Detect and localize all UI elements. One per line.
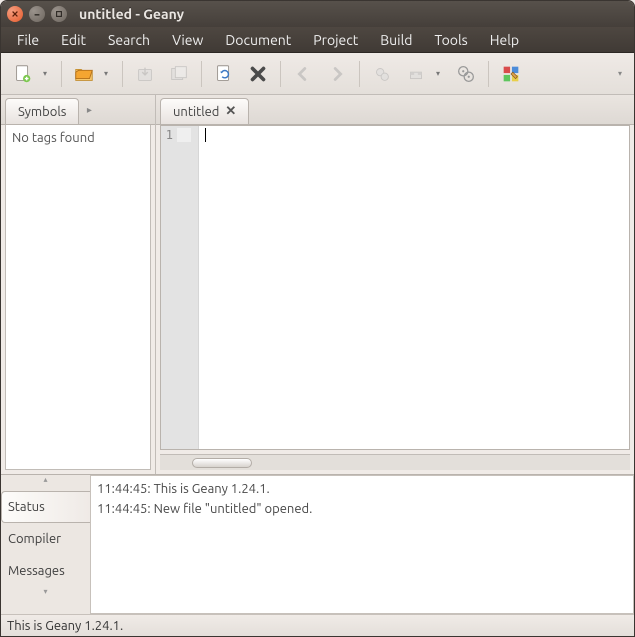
scrollbar-thumb[interactable] bbox=[192, 458, 252, 468]
editor-tabstrip: untitled ✕ bbox=[156, 95, 634, 125]
bottom-tab-scroll-up-icon[interactable]: ▴ bbox=[1, 475, 90, 491]
build-icon[interactable] bbox=[402, 60, 430, 88]
editor-tab-untitled[interactable]: untitled ✕ bbox=[160, 98, 249, 124]
menu-view[interactable]: View bbox=[162, 29, 213, 51]
bottom-panel-content[interactable]: 11:44:45: This is Geany 1.24.1. 11:44:45… bbox=[91, 475, 634, 614]
sidebar-tabstrip: Symbols ▸ bbox=[1, 95, 155, 125]
sidebar-content: No tags found bbox=[5, 125, 151, 470]
menu-edit[interactable]: Edit bbox=[51, 29, 96, 51]
menu-help[interactable]: Help bbox=[480, 29, 529, 51]
open-file-dropdown-icon[interactable]: ▾ bbox=[104, 69, 114, 78]
build-dropdown-icon[interactable]: ▾ bbox=[436, 69, 446, 78]
status-line: 11:44:45: This is Geany 1.24.1. bbox=[97, 480, 627, 500]
run-icon[interactable] bbox=[452, 60, 480, 88]
toolbar-separator bbox=[61, 61, 62, 87]
status-line: 11:44:45: New file "untitled" opened. bbox=[97, 500, 627, 520]
bottom-tab-label: Status bbox=[8, 500, 45, 514]
editor-body: 1 bbox=[160, 125, 630, 450]
compile-icon[interactable] bbox=[368, 60, 396, 88]
bottom-tab-messages[interactable]: Messages bbox=[1, 555, 90, 587]
fold-margin bbox=[177, 128, 191, 142]
sidebar-tab-label: Symbols bbox=[18, 105, 66, 119]
tab-close-icon[interactable]: ✕ bbox=[225, 104, 236, 119]
bottom-panel-tabs: ▴ Status Compiler Messages ▾ bbox=[1, 475, 91, 614]
menu-build[interactable]: Build bbox=[370, 29, 422, 51]
nav-back-icon[interactable] bbox=[289, 60, 317, 88]
toolbar-separator bbox=[201, 61, 202, 87]
app-window: untitled - Geany File Edit Search View D… bbox=[0, 0, 635, 637]
window-close-button[interactable] bbox=[7, 6, 23, 22]
statusbar-text: This is Geany 1.24.1. bbox=[7, 619, 123, 633]
editor-tab-label: untitled bbox=[173, 105, 219, 119]
reload-icon[interactable] bbox=[210, 60, 238, 88]
toolbar-separator bbox=[359, 61, 360, 87]
menubar: File Edit Search View Document Project B… bbox=[1, 27, 634, 53]
line-number: 1 bbox=[161, 128, 177, 142]
bottom-tab-label: Messages bbox=[8, 564, 65, 578]
text-caret bbox=[205, 128, 206, 142]
menu-file[interactable]: File bbox=[7, 29, 49, 51]
bottom-tab-label: Compiler bbox=[8, 532, 61, 546]
toolbar-separator bbox=[122, 61, 123, 87]
new-file-dropdown-icon[interactable]: ▾ bbox=[43, 69, 53, 78]
save-all-icon[interactable] bbox=[165, 60, 193, 88]
statusbar: This is Geany 1.24.1. bbox=[1, 614, 634, 636]
toolbar-separator bbox=[488, 61, 489, 87]
toolbar-overflow-icon[interactable]: ▾ bbox=[614, 65, 626, 82]
open-file-icon[interactable] bbox=[70, 60, 98, 88]
nav-forward-icon[interactable] bbox=[323, 60, 351, 88]
editor-text-area[interactable] bbox=[199, 126, 629, 449]
bottom-panel: ▴ Status Compiler Messages ▾ 11:44:45: T… bbox=[1, 474, 634, 614]
editor-gutter: 1 bbox=[161, 126, 199, 449]
menu-document[interactable]: Document bbox=[215, 29, 301, 51]
toolbar-separator bbox=[280, 61, 281, 87]
menu-search[interactable]: Search bbox=[98, 29, 160, 51]
bottom-tab-scroll-down-icon[interactable]: ▾ bbox=[1, 587, 90, 603]
bottom-tab-compiler[interactable]: Compiler bbox=[1, 523, 90, 555]
toolbar: ▾ ▾ ▾ bbox=[1, 53, 634, 95]
new-file-icon[interactable] bbox=[9, 60, 37, 88]
bottom-tab-status[interactable]: Status bbox=[1, 491, 90, 523]
menu-tools[interactable]: Tools bbox=[424, 29, 477, 51]
main-area: Symbols ▸ No tags found untitled ✕ 1 bbox=[1, 95, 634, 474]
save-file-icon[interactable] bbox=[131, 60, 159, 88]
titlebar: untitled - Geany bbox=[1, 1, 634, 27]
color-picker-icon[interactable] bbox=[497, 60, 525, 88]
no-tags-text: No tags found bbox=[12, 131, 95, 145]
sidebar-tab-symbols[interactable]: Symbols bbox=[5, 98, 79, 124]
window-minimize-button[interactable] bbox=[29, 6, 45, 22]
editor-pane: untitled ✕ 1 bbox=[156, 95, 634, 474]
menu-project[interactable]: Project bbox=[303, 29, 368, 51]
horizontal-scrollbar[interactable] bbox=[160, 454, 630, 470]
close-doc-icon[interactable] bbox=[244, 60, 272, 88]
window-title: untitled - Geany bbox=[79, 6, 184, 22]
window-maximize-button[interactable] bbox=[51, 6, 67, 22]
sidebar-tab-scroll-icon[interactable]: ▸ bbox=[81, 104, 97, 116]
sidebar: Symbols ▸ No tags found bbox=[1, 95, 156, 474]
